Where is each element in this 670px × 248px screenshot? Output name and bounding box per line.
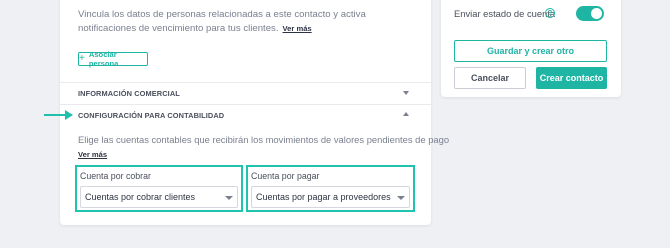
question-circle-icon[interactable]: ? <box>545 8 555 18</box>
payable-account-value: Cuentas por pagar a proveedores <box>256 192 391 202</box>
related-persons-text: Vincula los datos de personas relacionad… <box>78 9 366 34</box>
ver-mas-link[interactable]: Ver más <box>283 24 312 33</box>
associate-person-label: Asociar persona <box>88 50 119 68</box>
accounting-ver-mas-link[interactable]: Ver más <box>78 150 107 159</box>
payable-account-field: Cuenta por pagar Cuentas por pagar a pro… <box>246 165 415 212</box>
dropdown-caret-icon <box>397 196 405 200</box>
chevron-down-icon[interactable] <box>403 91 409 95</box>
divider <box>60 104 431 105</box>
section-commercial-info[interactable]: INFORMACIÓN COMERCIAL <box>78 89 180 98</box>
payable-account-select[interactable]: Cuentas por pagar a proveedores <box>251 186 410 208</box>
section-accounting-config[interactable]: CONFIGURACIÓN PARA CONTABILIDAD <box>78 111 224 120</box>
divider <box>60 82 431 83</box>
receivable-account-select[interactable]: Cuentas por cobrar clientes <box>80 186 238 208</box>
chevron-up-icon[interactable] <box>403 112 409 116</box>
payable-account-label: Cuenta por pagar <box>251 171 320 181</box>
pointer-arrow-icon <box>65 110 73 120</box>
related-persons-description: Vincula los datos de personas relacionad… <box>78 8 398 36</box>
save-and-new-button[interactable]: Guardar y crear otro <box>454 40 607 62</box>
pointer-arrow-line <box>44 114 66 116</box>
toggle-knob <box>591 8 602 19</box>
plus-icon: + <box>79 53 85 64</box>
dropdown-caret-icon <box>225 196 233 200</box>
receivable-account-value: Cuentas por cobrar clientes <box>85 192 196 202</box>
receivable-account-label: Cuenta por cobrar <box>80 171 151 181</box>
receivable-account-field: Cuenta por cobrar Cuentas por cobrar cli… <box>75 165 243 212</box>
cancel-button[interactable]: Cancelar <box>454 67 526 89</box>
create-contact-button[interactable]: Crear contacto <box>536 67 607 89</box>
send-statement-label: Enviar estado de cuenta <box>454 8 556 19</box>
accounting-description: Elige las cuentas contables que recibirá… <box>78 134 450 145</box>
send-statement-toggle[interactable] <box>576 6 604 21</box>
associate-person-button[interactable]: + Asociar persona <box>78 50 148 68</box>
